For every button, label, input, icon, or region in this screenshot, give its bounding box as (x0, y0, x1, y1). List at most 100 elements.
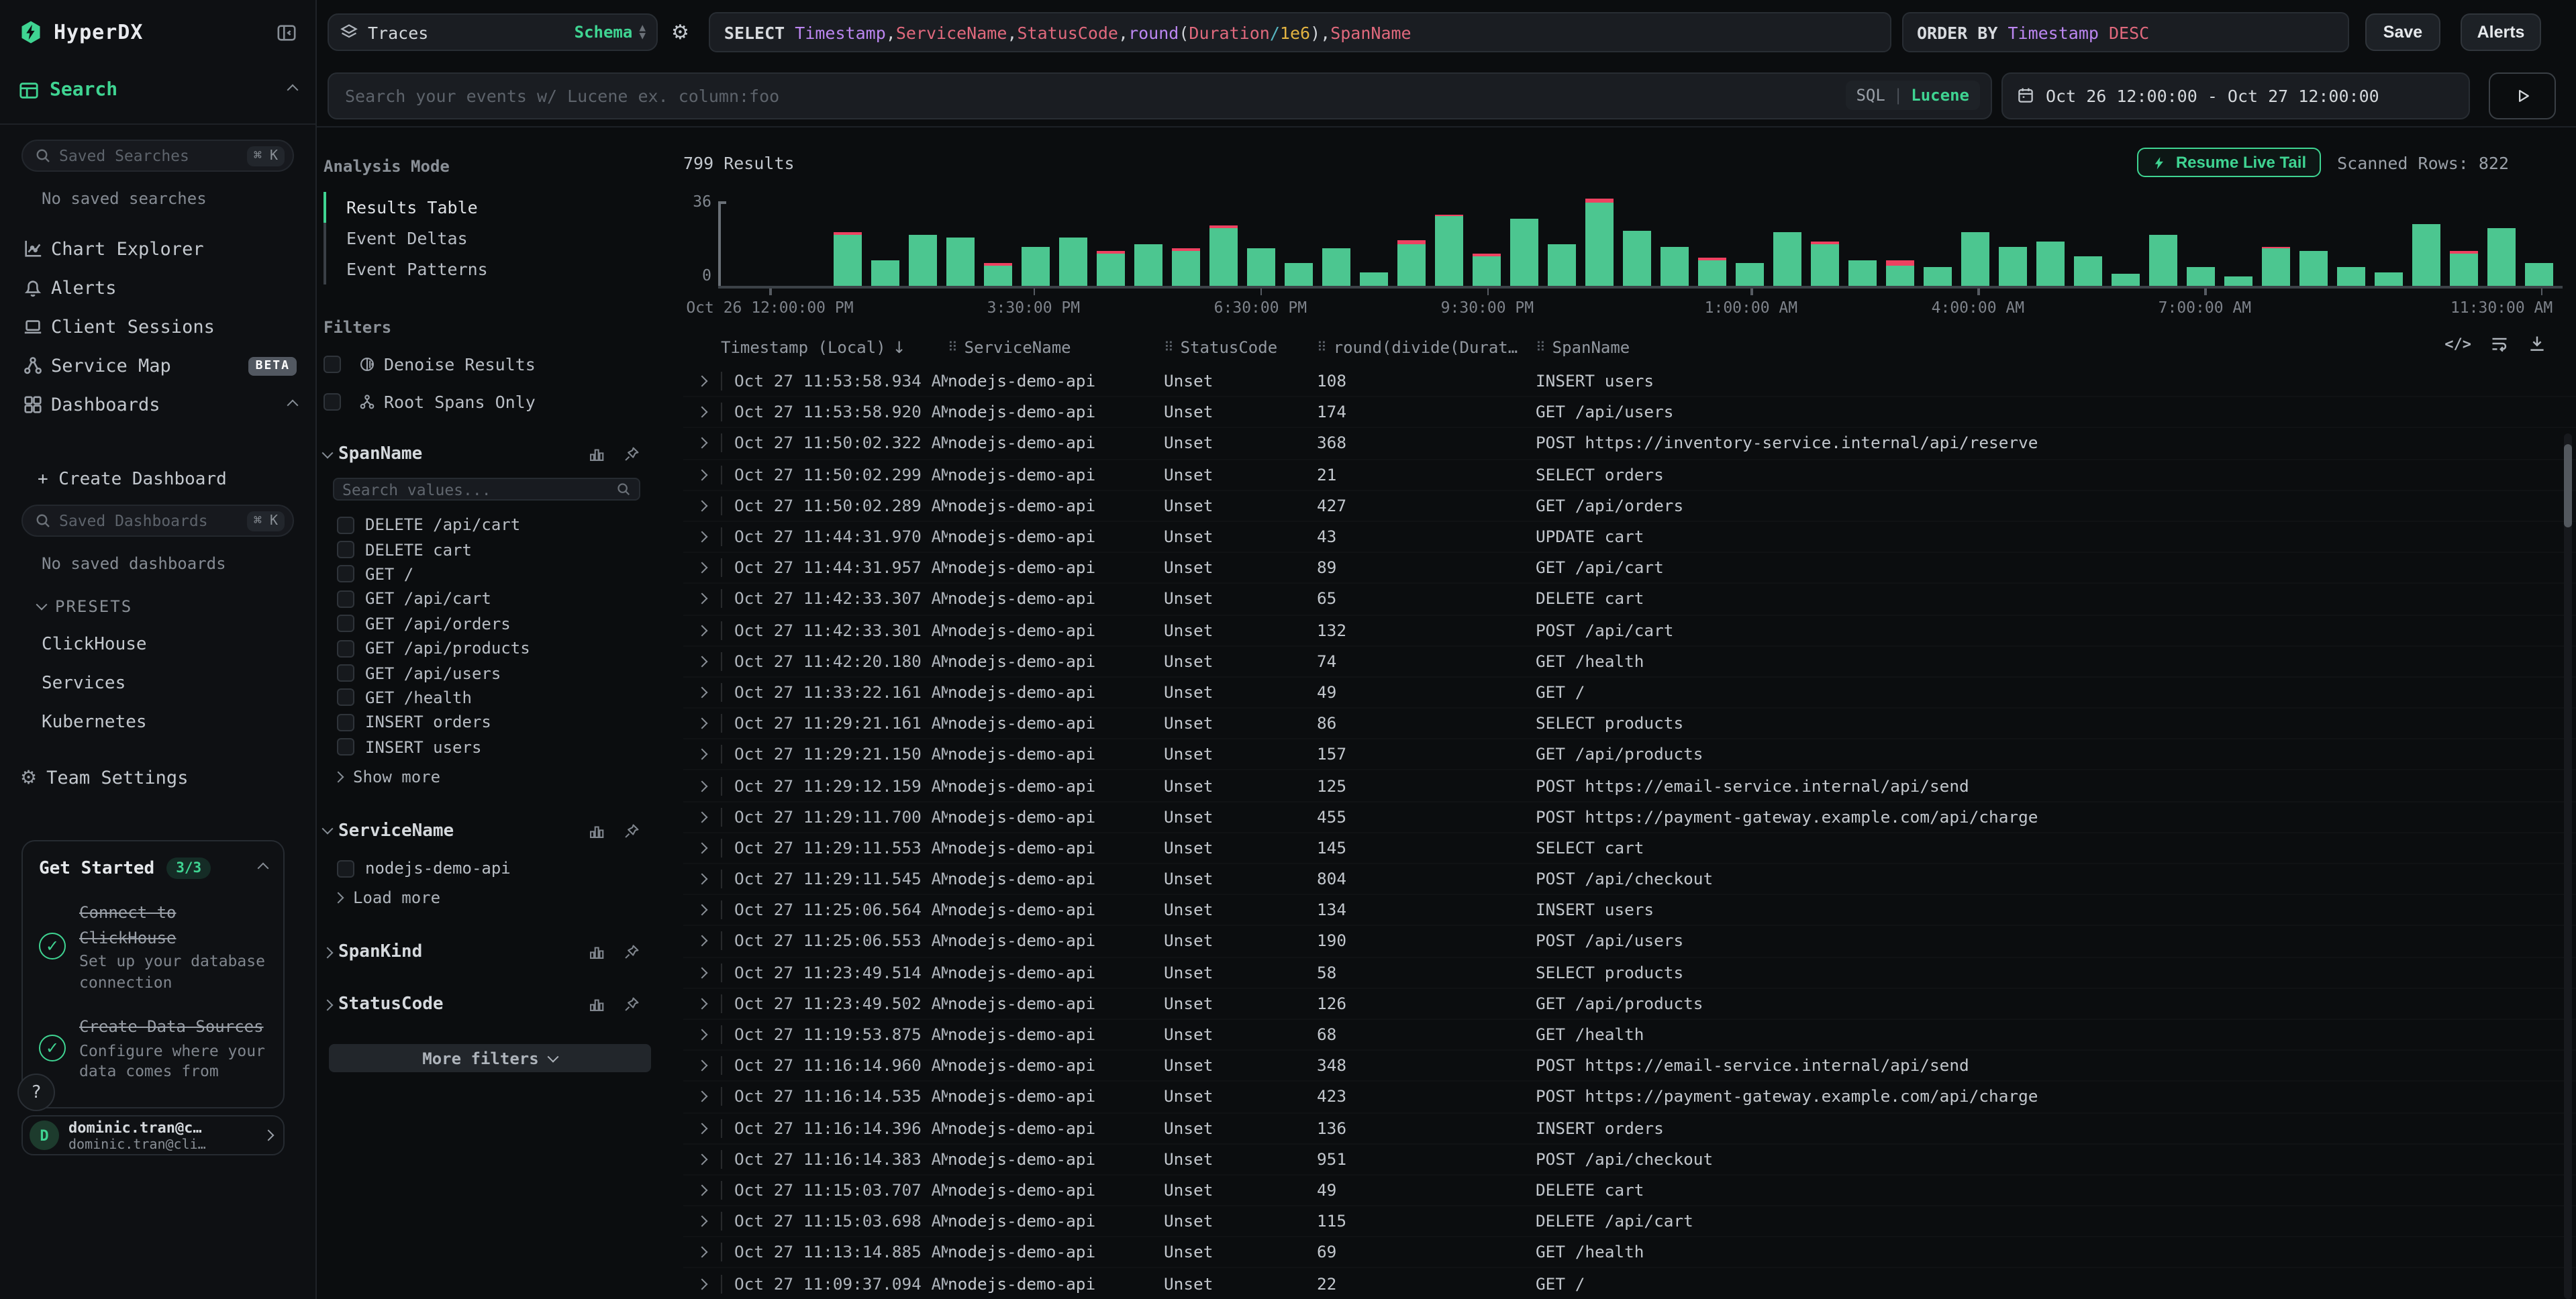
filter-values-search-input[interactable] (342, 480, 616, 499)
create-dashboard-button[interactable]: + Create Dashboard (38, 470, 315, 490)
row-expand-chevron[interactable] (683, 1217, 721, 1225)
row-expand-chevron[interactable] (683, 1093, 721, 1101)
row-expand-chevron[interactable] (683, 470, 721, 478)
checkbox[interactable] (337, 566, 354, 583)
saved-dashboards-input[interactable]: ⌘ K (21, 505, 294, 537)
filter-option[interactable]: GET /api/products (337, 636, 640, 661)
row-expand-chevron[interactable] (683, 968, 721, 976)
pin-icon[interactable] (623, 823, 640, 840)
get-started-item[interactable]: ✓ Create Data Sources Configure where yo… (39, 1012, 267, 1082)
row-expand-chevron[interactable] (683, 1124, 721, 1132)
analysis-mode-item[interactable]: Event Patterns (324, 254, 640, 284)
filter-option[interactable]: GET /api/users (337, 661, 640, 686)
filter-option[interactable]: GET /api/cart (337, 586, 640, 611)
preset-item[interactable]: ClickHouse (42, 635, 315, 655)
filter-option[interactable]: DELETE cart (337, 537, 640, 562)
filter-group-header[interactable]: ServiceName (324, 821, 640, 841)
checkbox[interactable] (337, 590, 354, 608)
sidebar-collapse-icon[interactable] (277, 22, 297, 42)
order-by-input[interactable]: ORDER BY Timestamp DESC (1902, 12, 2349, 52)
table-row[interactable]: Oct 27 11:53:58.920 AM nodejs-demo-api U… (683, 397, 2576, 428)
load-more-button[interactable]: Load more (334, 886, 640, 911)
table-row[interactable]: Oct 27 11:42:20.180 AM nodejs-demo-api U… (683, 646, 2576, 677)
table-row[interactable]: Oct 27 11:42:33.307 AM nodejs-demo-api U… (683, 584, 2576, 615)
saved-searches-input[interactable]: ⌘ K (21, 140, 294, 172)
help-button[interactable]: ? (17, 1074, 55, 1111)
table-row[interactable]: Oct 27 11:23:49.514 AM nodejs-demo-api U… (683, 957, 2576, 988)
row-expand-chevron[interactable] (683, 782, 721, 790)
checkbox[interactable] (337, 738, 354, 756)
drag-handle-icon[interactable]: ⠿ (1317, 340, 1327, 355)
row-expand-chevron[interactable] (683, 658, 721, 666)
time-range-picker[interactable]: Oct 26 12:00:00 - Oct 27 12:00:00 (2001, 72, 2470, 119)
table-row[interactable]: Oct 27 11:50:02.322 AM nodejs-demo-api U… (683, 429, 2576, 460)
resume-live-tail-button[interactable]: Resume Live Tail (2137, 148, 2321, 177)
table-row[interactable]: Oct 27 11:33:22.161 AM nodejs-demo-api U… (683, 678, 2576, 709)
show-more-button[interactable]: Show more (334, 765, 640, 789)
table-row[interactable]: Oct 27 11:50:02.299 AM nodejs-demo-api U… (683, 460, 2576, 490)
analysis-mode-item[interactable]: Results Table (324, 192, 640, 223)
table-row[interactable]: Oct 27 11:13:14.885 AM nodejs-demo-api U… (683, 1238, 2576, 1269)
table-row[interactable]: Oct 27 11:16:14.535 AM nodejs-demo-api U… (683, 1082, 2576, 1113)
table-row[interactable]: Oct 27 11:29:11.700 AM nodejs-demo-api U… (683, 802, 2576, 833)
row-expand-chevron[interactable] (683, 1249, 721, 1257)
filter-option[interactable]: DELETE /api/cart (337, 513, 640, 537)
denoise-results-toggle[interactable]: Denoise Results (324, 354, 640, 374)
table-row[interactable]: Oct 27 11:44:31.957 AM nodejs-demo-api U… (683, 553, 2576, 584)
row-expand-chevron[interactable] (683, 1155, 721, 1163)
sidebar-item-service-map[interactable]: Service Map BETA (0, 346, 315, 385)
row-expand-chevron[interactable] (683, 906, 721, 915)
column-header-timestamp[interactable]: Timestamp (Local) ↓ (721, 338, 948, 357)
table-row[interactable]: Oct 27 11:53:58.934 AM nodejs-demo-api U… (683, 366, 2576, 397)
preset-item[interactable]: Kubernetes (42, 713, 315, 733)
row-expand-chevron[interactable] (683, 1280, 721, 1288)
checkbox[interactable] (324, 356, 341, 373)
filter-group-header[interactable]: StatusCode (324, 995, 640, 1015)
filter-option[interactable]: nodejs-demo-api (337, 856, 640, 881)
column-chart-icon[interactable] (588, 446, 605, 463)
table-row[interactable]: Oct 27 11:19:53.875 AM nodejs-demo-api U… (683, 1020, 2576, 1051)
table-row[interactable]: Oct 27 11:15:03.698 AM nodejs-demo-api U… (683, 1206, 2576, 1237)
row-expand-chevron[interactable] (683, 844, 721, 852)
user-profile-button[interactable]: D dominic.tran@c… dominic.tran@cli… (21, 1115, 285, 1155)
table-row[interactable]: Oct 27 11:29:11.553 AM nodejs-demo-api U… (683, 833, 2576, 864)
get-started-item[interactable]: Add Data (39, 1101, 267, 1108)
row-expand-chevron[interactable] (683, 688, 721, 696)
chevron-up-icon[interactable] (258, 863, 269, 874)
table-row[interactable]: Oct 27 11:50:02.289 AM nodejs-demo-api U… (683, 491, 2576, 522)
row-expand-chevron[interactable] (683, 1061, 721, 1070)
row-expand-chevron[interactable] (683, 409, 721, 417)
checkbox[interactable] (337, 664, 354, 682)
table-row[interactable]: Oct 27 11:25:06.553 AM nodejs-demo-api U… (683, 927, 2576, 957)
row-expand-chevron[interactable] (683, 813, 721, 821)
pin-icon[interactable] (623, 446, 640, 463)
analysis-mode-item[interactable]: Event Deltas (324, 223, 640, 254)
row-expand-chevron[interactable] (683, 875, 721, 883)
filter-group-header[interactable]: SpanKind (324, 943, 640, 963)
row-expand-chevron[interactable] (683, 937, 721, 945)
table-row[interactable]: Oct 27 11:16:14.960 AM nodejs-demo-api U… (683, 1051, 2576, 1082)
sidebar-item-alerts[interactable]: Alerts (0, 268, 315, 307)
column-header-servicename[interactable]: ⠿ ServiceName (948, 338, 1164, 357)
presets-toggle[interactable]: PRESETS (38, 597, 315, 616)
row-expand-chevron[interactable] (683, 439, 721, 448)
more-filters-button[interactable]: More filters (329, 1045, 651, 1073)
vertical-scrollbar[interactable] (2564, 433, 2572, 1299)
run-query-button[interactable] (2489, 72, 2556, 119)
checkbox[interactable] (337, 516, 354, 533)
events-histogram[interactable]: 36 0 Oct 26 12:00:00 PM3:30:00 PM6:30:00… (718, 195, 2563, 317)
sidebar-item-chart-explorer[interactable]: Chart Explorer (0, 229, 315, 268)
table-row[interactable]: Oct 27 11:23:49.502 AM nodejs-demo-api U… (683, 989, 2576, 1020)
table-row[interactable]: Oct 27 11:25:06.564 AM nodejs-demo-api U… (683, 895, 2576, 926)
source-select[interactable]: Traces Schema ▲▼ (328, 13, 658, 51)
drag-handle-icon[interactable]: ⠿ (1164, 340, 1174, 355)
table-row[interactable]: Oct 27 11:16:14.396 AM nodejs-demo-api U… (683, 1113, 2576, 1144)
table-row[interactable]: Oct 27 11:16:14.383 AM nodejs-demo-api U… (683, 1144, 2576, 1175)
language-toggle[interactable]: SQL | Lucene (1845, 81, 1980, 110)
checkbox[interactable] (337, 615, 354, 633)
preset-item[interactable]: Services (42, 674, 315, 694)
source-settings-gear-icon[interactable]: ⚙ (671, 20, 689, 44)
column-chart-icon[interactable] (588, 944, 605, 962)
select-query-input[interactable]: SELECT Timestamp,ServiceName,StatusCode,… (709, 12, 1891, 52)
filter-option[interactable]: INSERT users (337, 735, 640, 760)
